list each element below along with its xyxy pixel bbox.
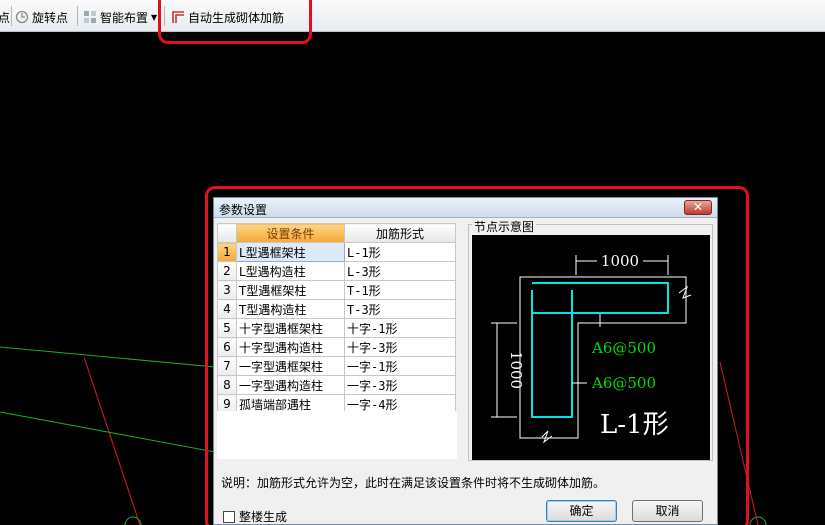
toolbar-separator (11, 6, 12, 26)
dialog-titlebar[interactable]: 参数设置 ✕ (214, 198, 717, 218)
wall-line (83, 356, 141, 525)
condition-cell[interactable]: 一字型遇框架柱 (236, 356, 345, 376)
table-row[interactable]: 4 T型遇构造柱 T-3形 (217, 299, 456, 319)
shape-label: L-1形 (600, 410, 669, 440)
axis-line (0, 411, 216, 453)
app-window: 点 旋转点 智能布置 ▼ 自动生成砌体加筋 参数设置 ✕ 设置条件 加筋形式 1… (0, 0, 825, 525)
node-diagram-preview: 1000 1000 A6@500 A6@500 L-1形 (472, 235, 710, 460)
dialog-title: 参数设置 (219, 203, 268, 217)
table-row[interactable]: 1 L型遇框架柱 L-1形 (217, 242, 456, 262)
close-icon: ✕ (692, 200, 704, 214)
column-header-condition[interactable]: 设置条件 (236, 223, 345, 243)
row-number[interactable]: 2 (217, 261, 237, 281)
smart-layout-label: 智能布置 (100, 10, 149, 25)
rebar-vertical (531, 290, 573, 418)
masonry-rebar-icon (172, 11, 184, 23)
auto-generate-masonry-rebar-label: 自动生成砌体加筋 (188, 10, 285, 25)
table-row[interactable]: 7 一字型遇框架柱 一字-1形 (217, 356, 456, 376)
wall-line (719, 361, 759, 525)
whole-building-checkbox[interactable]: 整楼生成 (223, 508, 287, 525)
rebar-horizontal (532, 282, 669, 314)
row-number[interactable]: 8 (217, 375, 237, 395)
toolbar-separator (164, 6, 165, 26)
l1-node-drawing: 1000 1000 A6@500 A6@500 L-1形 (491, 252, 692, 444)
rotate-point-button[interactable]: 旋转点 (15, 7, 68, 27)
form-cell[interactable]: L-1形 (344, 242, 456, 262)
form-cell[interactable]: 一字-1形 (344, 356, 456, 376)
close-button[interactable]: ✕ (684, 200, 712, 215)
rotate-point-label: 旋转点 (32, 10, 69, 25)
condition-cell[interactable]: 一字型遇构造柱 (236, 375, 345, 395)
table-empty-area (217, 411, 457, 459)
note-text: 说明：加筋形式允许为空，此时在满足该设置条件时将不生成砌体加筋。 (221, 476, 606, 490)
row-number[interactable]: 6 (217, 337, 237, 357)
dimension-left-label: 1000 (507, 351, 525, 389)
row-number[interactable]: 1 (217, 242, 237, 262)
table-header-row: 设置条件 加筋形式 (217, 223, 456, 243)
table-row[interactable]: 6 十字型遇构造柱 十字-3形 (217, 337, 456, 357)
parameter-settings-dialog: 参数设置 ✕ 设置条件 加筋形式 1 L型遇框架柱 L-1形 2 L型遇构造柱 L-3形 3… (213, 197, 718, 525)
form-cell[interactable]: L-3形 (344, 261, 456, 281)
corner-cell (217, 223, 237, 243)
checkbox-box[interactable] (223, 510, 235, 523)
form-cell[interactable]: T-3形 (344, 299, 456, 319)
node-diagram-label: 节点示意图 (472, 218, 537, 235)
cancel-button[interactable]: 取消 (632, 500, 703, 522)
break-symbol (541, 430, 553, 444)
toolbar: 点 旋转点 智能布置 ▼ 自动生成砌体加筋 (0, 0, 825, 32)
table-row[interactable]: 8 一字型遇构造柱 一字-3形 (217, 375, 456, 395)
table-row[interactable]: 2 L型遇构造柱 L-3形 (217, 261, 456, 281)
form-cell[interactable]: T-1形 (344, 280, 456, 300)
whole-building-label: 整楼生成 (239, 510, 288, 524)
table-row[interactable]: 5 十字型遇框架柱 十字-1形 (217, 318, 456, 338)
condition-cell[interactable]: L型遇框架柱 (236, 242, 345, 262)
rotate-point-icon (15, 10, 29, 24)
row-number[interactable]: 5 (217, 318, 237, 338)
axis-line (0, 346, 216, 368)
condition-cell[interactable]: T型遇框架柱 (236, 280, 345, 300)
dimension-top-label: 1000 (601, 252, 639, 270)
toolbar-separator (77, 6, 78, 26)
break-symbol (678, 285, 692, 299)
toolbar-point-button[interactable]: 点 (0, 7, 10, 27)
rebar-spec-1: A6@500 (591, 339, 656, 357)
form-cell[interactable]: 一字-3形 (344, 375, 456, 395)
condition-cell[interactable]: T型遇构造柱 (236, 299, 345, 319)
form-cell[interactable]: 十字-3形 (344, 337, 456, 357)
row-number[interactable]: 7 (217, 356, 237, 376)
smart-layout-button[interactable]: 智能布置 ▼ (83, 7, 157, 27)
toolbar-point-label: 点 (0, 10, 11, 25)
row-number[interactable]: 4 (217, 299, 237, 319)
row-number[interactable]: 3 (217, 280, 237, 300)
condition-cell[interactable]: L型遇构造柱 (236, 261, 345, 281)
chevron-down-icon: ▼ (151, 12, 158, 22)
auto-generate-masonry-rebar-button[interactable]: 自动生成砌体加筋 (171, 7, 284, 27)
ok-button[interactable]: 确定 (546, 500, 617, 522)
settings-table: 设置条件 加筋形式 1 L型遇框架柱 L-1形 2 L型遇构造柱 L-3形 3 T型遇框架柱 T… (217, 223, 456, 414)
rebar-spec-2: A6@500 (591, 374, 656, 392)
table-row[interactable]: 3 T型遇框架柱 T-1形 (217, 280, 456, 300)
form-cell[interactable]: 十字-1形 (344, 318, 456, 338)
smart-layout-icon (84, 11, 96, 23)
condition-cell[interactable]: 十字型遇框架柱 (236, 318, 345, 338)
condition-cell[interactable]: 十字型遇构造柱 (236, 337, 345, 357)
column-header-form[interactable]: 加筋形式 (344, 223, 456, 243)
